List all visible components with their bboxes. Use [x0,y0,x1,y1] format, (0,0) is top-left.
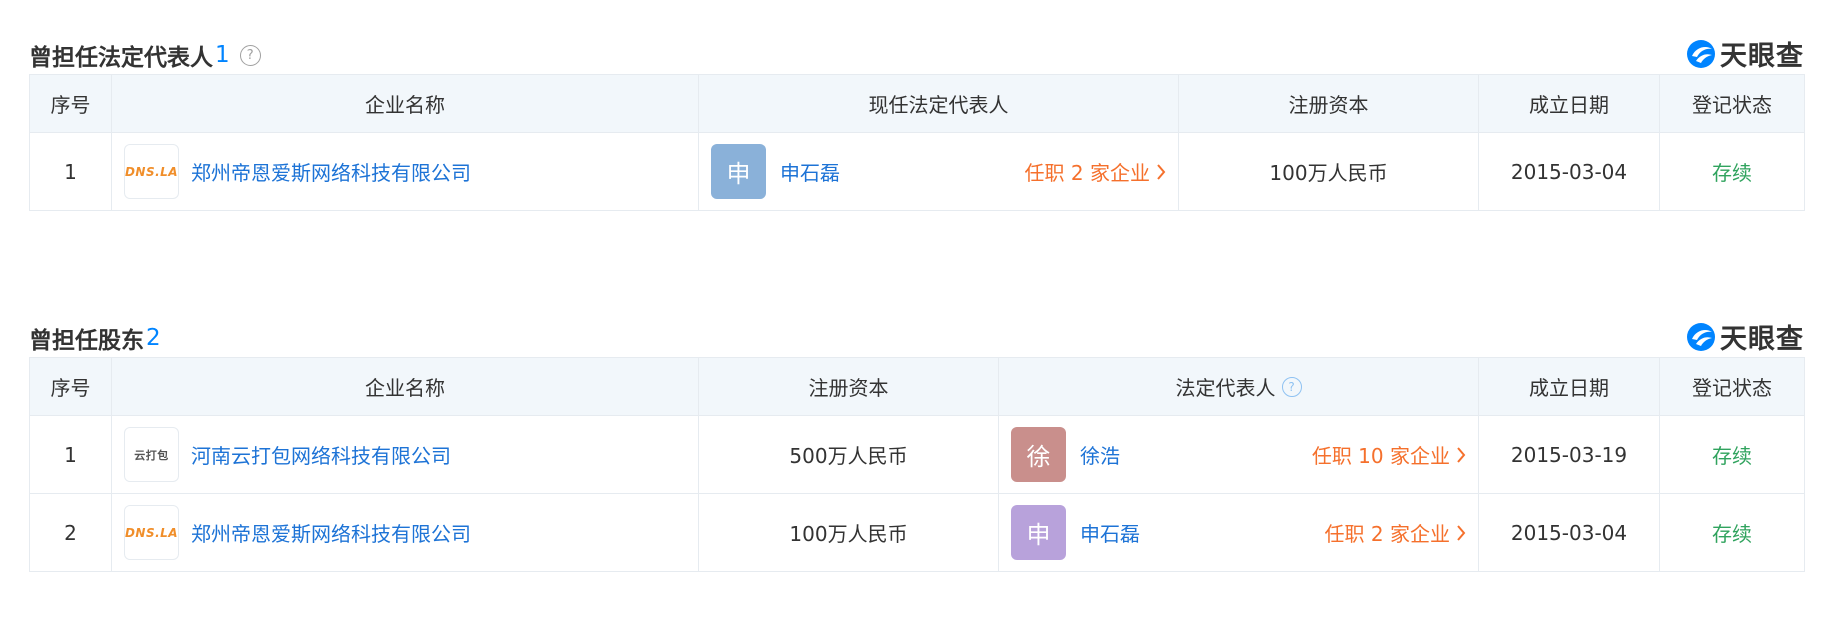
legal-rep-table: 序号 企业名称 现任法定代表人 注册资本 成立日期 登记状态 1 DNS.LA … [29,74,1805,211]
chevron-right-icon [1157,163,1166,180]
col-header-company: 企业名称 [111,357,699,416]
company-logo-text: DNS.LA [124,164,179,179]
col-header-legal-rep: 法定代表人 ? [998,357,1479,416]
chevron-right-icon [1457,446,1466,463]
section-header: 曾担任法定代表人 1 ? 天眼查 [29,30,1804,74]
person-avatar[interactable]: 申 [1011,505,1066,560]
legal-rep-cell: 申 申石磊 任职 2 家企业 [698,132,1179,211]
tianyancha-logo-icon [1687,322,1715,351]
col-header-legal-rep-text: 法定代表人 [1175,376,1276,400]
tenure-text: 任职 10 家企业 [1311,444,1450,468]
col-header-index: 序号 [29,357,112,416]
company-logo[interactable]: DNS.LA [124,144,179,199]
help-icon[interactable]: ? [1281,376,1302,397]
section-title-text: 曾担任股东 [29,328,144,354]
tenure-text: 任职 2 家企业 [1024,161,1150,185]
help-icon[interactable]: ? [239,44,261,66]
row-index: 2 [29,493,112,572]
company-logo[interactable]: DNS.LA [124,505,179,560]
legal-rep-cell: 申 申石磊 任职 2 家企业 [998,493,1479,572]
row-index: 1 [29,415,112,494]
tenure-text: 任职 2 家企业 [1324,522,1450,546]
col-header-founded: 成立日期 [1478,74,1660,133]
col-header-current-legal-rep: 现任法定代表人 [698,74,1179,133]
brand-name: 天眼查 [1720,324,1804,355]
section-title: 曾担任股东 2 [29,321,161,355]
brand-logo[interactable]: 天眼查 [1686,317,1804,356]
col-header-company: 企业名称 [111,74,699,133]
company-name-link[interactable]: 郑州帝恩爱斯网络科技有限公司 [191,518,471,547]
founded-cell: 2015-03-04 [1478,132,1660,211]
section-count: 2 [146,325,161,351]
table-row: 2 DNS.LA 郑州帝恩爱斯网络科技有限公司 100万人民币 申 申石磊 任职… [29,493,1805,572]
col-header-capital: 注册资本 [1178,74,1479,133]
company-logo[interactable]: 云打包 [124,427,179,482]
table-row: 1 DNS.LA 郑州帝恩爱斯网络科技有限公司 申 申石磊 任职 2 家企业 1… [29,132,1805,211]
status-badge: 存续 [1659,415,1805,494]
shareholder-table: 序号 企业名称 注册资本 法定代表人 ? 成立日期 登记状态 1 云打包 河南云… [29,357,1805,572]
status-badge: 存续 [1659,493,1805,572]
company-name-link[interactable]: 河南云打包网络科技有限公司 [191,440,451,469]
company-logo-text: 云打包 [134,448,169,462]
section-count: 1 [215,42,230,68]
section-header: 曾担任股东 2 天眼查 [29,313,1804,357]
section-title-text: 曾担任法定代表人 [29,45,213,71]
status-badge: 存续 [1659,132,1805,211]
section-title: 曾担任法定代表人 1 ? [29,38,261,72]
tenure-link[interactable]: 任职 10 家企业 [1312,440,1466,469]
col-header-capital: 注册资本 [698,357,999,416]
tenure-link[interactable]: 任职 2 家企业 [1325,518,1466,547]
company-name-link[interactable]: 郑州帝恩爱斯网络科技有限公司 [191,157,471,186]
brand-logo[interactable]: 天眼查 [1686,34,1804,73]
chevron-right-icon [1457,524,1466,541]
col-header-index: 序号 [29,74,112,133]
brand-name: 天眼查 [1720,41,1804,72]
table-header-row: 序号 企业名称 现任法定代表人 注册资本 成立日期 登记状态 [29,74,1805,133]
capital-cell: 100万人民币 [1178,132,1479,211]
person-avatar[interactable]: 徐 [1011,427,1066,482]
col-header-founded: 成立日期 [1478,357,1660,416]
col-header-status: 登记状态 [1659,74,1805,133]
company-cell: DNS.LA 郑州帝恩爱斯网络科技有限公司 [111,493,699,572]
person-name-link[interactable]: 申石磊 [780,157,840,186]
table-header-row: 序号 企业名称 注册资本 法定代表人 ? 成立日期 登记状态 [29,357,1805,416]
col-header-status: 登记状态 [1659,357,1805,416]
person-name-link[interactable]: 申石磊 [1080,518,1140,547]
capital-cell: 100万人民币 [698,493,999,572]
tenure-link[interactable]: 任职 2 家企业 [1025,157,1166,186]
legal-rep-history-section: 曾担任法定代表人 1 ? 天眼查 序号 企业名称 现任法定代表人 注册资本 成立… [29,30,1805,211]
founded-cell: 2015-03-04 [1478,493,1660,572]
shareholder-history-section: 曾担任股东 2 天眼查 序号 企业名称 注册资本 法定代表人 ? 成立日期 登记… [29,313,1805,572]
legal-rep-cell: 徐 徐浩 任职 10 家企业 [998,415,1479,494]
capital-cell: 500万人民币 [698,415,999,494]
company-cell: DNS.LA 郑州帝恩爱斯网络科技有限公司 [111,132,699,211]
founded-cell: 2015-03-19 [1478,415,1660,494]
table-row: 1 云打包 河南云打包网络科技有限公司 500万人民币 徐 徐浩 任职 10 家… [29,415,1805,494]
company-cell: 云打包 河南云打包网络科技有限公司 [111,415,699,494]
row-index: 1 [29,132,112,211]
company-logo-text: DNS.LA [124,525,179,540]
person-name-link[interactable]: 徐浩 [1080,440,1120,469]
person-avatar[interactable]: 申 [711,144,766,199]
tianyancha-logo-icon [1687,39,1715,68]
